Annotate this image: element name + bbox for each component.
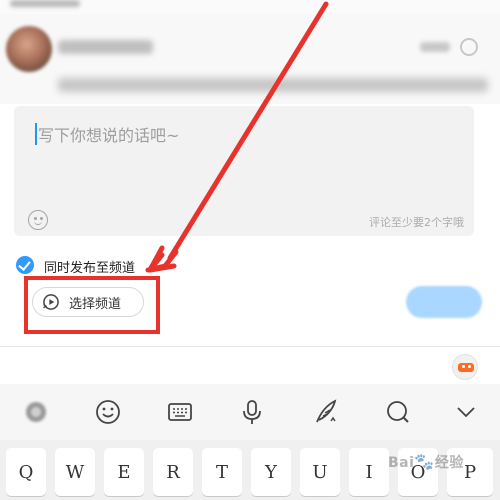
keyboard-logo-icon[interactable] (16, 384, 56, 440)
key-t[interactable]: T (202, 448, 242, 496)
blurred-username (58, 40, 153, 54)
min-chars-hint: 评论至少要2个字哦 (369, 216, 464, 229)
sync-label: 同时发布至频道 (44, 261, 136, 276)
watermark-paw-icon: 🐾 (414, 452, 435, 471)
key-w[interactable]: W (55, 448, 95, 496)
key-i[interactable]: I (349, 448, 389, 496)
emoji-icon[interactable] (28, 210, 48, 230)
annotation-highlight-box (24, 276, 160, 334)
search-icon[interactable] (378, 384, 418, 440)
sync-checkbox[interactable] (16, 256, 34, 274)
blurred-text (10, 0, 80, 7)
top-strip (0, 0, 500, 14)
comment-input-placeholder: 写下你想说的话吧~ (38, 126, 180, 145)
handwriting-icon[interactable] (306, 384, 346, 440)
microphone-icon[interactable] (232, 384, 272, 440)
keyboard-mascot-icon[interactable] (452, 354, 478, 380)
chevron-down-icon[interactable] (446, 384, 486, 440)
key-q[interactable]: Q (6, 448, 46, 496)
watermark-suffix: 经验 (434, 455, 464, 471)
key-r[interactable]: R (153, 448, 193, 496)
watermark-text: Bai (388, 455, 415, 471)
more-icon[interactable] (460, 38, 478, 56)
key-y[interactable]: Y (251, 448, 291, 496)
blurred-time (420, 42, 450, 52)
watermark: Bai🐾经验 (388, 452, 464, 472)
comment-input-box[interactable]: 写下你想说的话吧~ 评论至少要2个字哦 (14, 106, 474, 236)
emoji-icon[interactable] (88, 384, 128, 440)
key-e[interactable]: E (104, 448, 144, 496)
send-button[interactable] (406, 286, 482, 318)
keyboard-toolbar (0, 384, 500, 440)
blurred-comment-text (58, 78, 488, 92)
avatar[interactable] (6, 26, 52, 72)
keyboard-top-bar (0, 347, 500, 382)
key-u[interactable]: U (300, 448, 340, 496)
text-caret (35, 123, 37, 145)
keyboard-icon[interactable] (160, 384, 200, 440)
